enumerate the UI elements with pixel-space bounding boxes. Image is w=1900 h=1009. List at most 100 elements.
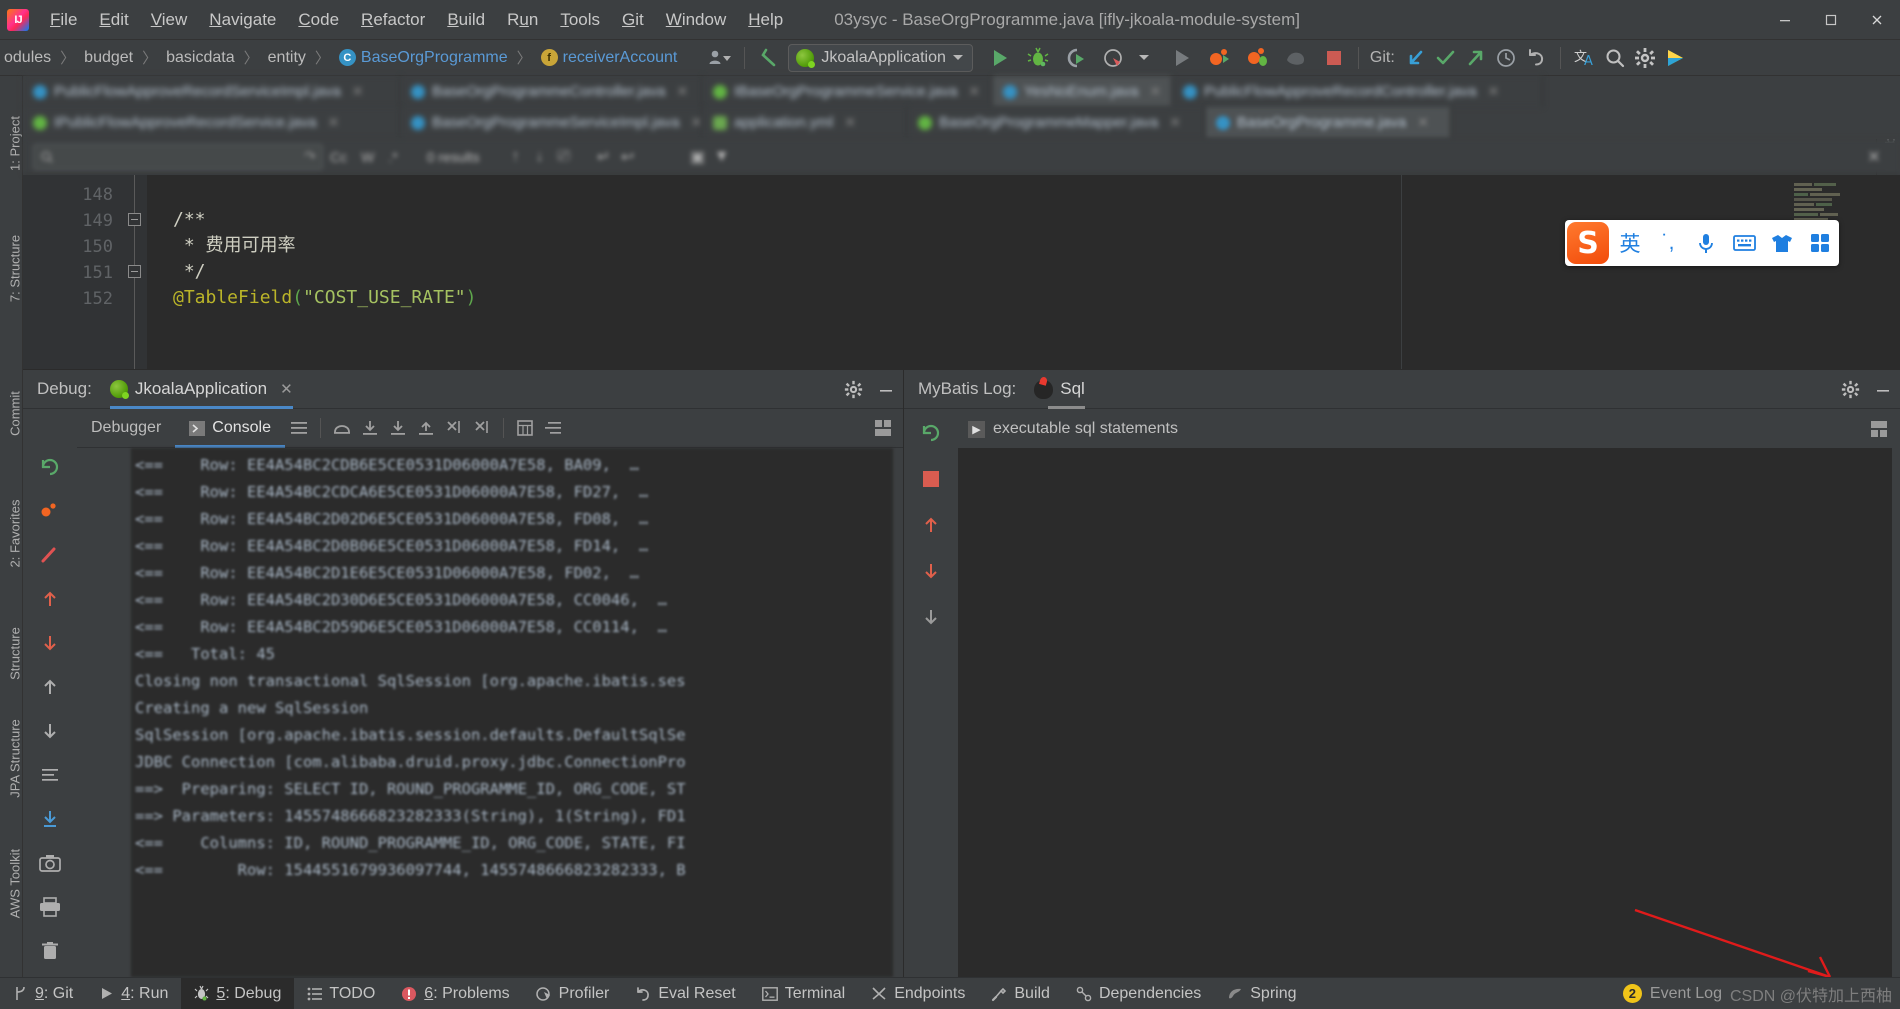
close-icon[interactable]: ✕ [1488,83,1500,100]
editor-tab[interactable]: BaseOrgProgrammeServiceImpl.java ✕ [401,107,703,138]
status-item-git[interactable]: 9: Git [0,978,86,1009]
punctuation-toggle-icon[interactable]: ˙, [1649,220,1687,266]
close-icon[interactable]: ✕ [844,114,856,131]
regex-toggle[interactable]: .* [381,149,404,165]
status-item-terminal[interactable]: Terminal [749,978,858,1009]
menu-navigate[interactable]: Navigate [198,6,287,34]
close-icon[interactable]: ✕ [676,83,688,100]
breadcrumb-item-basicdata[interactable]: basicdata [164,48,237,68]
maximize-button[interactable] [1808,0,1854,40]
status-item-run[interactable]: 4: Run [86,978,181,1009]
tab-debugger[interactable]: Debugger [77,409,175,448]
toolbox-icon[interactable] [1801,220,1839,266]
close-button[interactable] [1854,0,1900,40]
code-minimap[interactable] [1794,175,1860,369]
status-item-profiler[interactable]: Profiler [523,978,623,1009]
profiler-icon[interactable] [1101,45,1127,71]
scroll-to-end-icon[interactable] [36,805,64,833]
menu-build[interactable]: Build [436,6,496,34]
profile-icon[interactable] [707,45,733,71]
voice-input-icon[interactable] [1687,220,1725,266]
editor-tab[interactable]: application.yml ✕ [703,107,908,138]
next-match-icon[interactable]: ↓ [528,145,552,169]
status-item-endpoints[interactable]: Endpoints [858,978,978,1009]
menu-git[interactable]: Git [611,6,655,34]
open-in-find-window-icon[interactable]: ↵ [592,145,616,169]
scroll-bottom-icon[interactable] [917,603,945,631]
close-icon[interactable]: ✕ [352,83,364,100]
status-item-problems[interactable]: 6: Problems [388,978,522,1009]
breadcrumb-item-modules[interactable]: odules [2,48,53,68]
tool-window-jpa-structure[interactable]: JPA Structure [8,714,23,804]
status-item-todo[interactable]: TODO [294,978,388,1009]
skin-theme-icon[interactable] [1763,220,1801,266]
git-push-icon[interactable] [1463,45,1489,71]
breadcrumb-item-field[interactable]: f receiverAccount [539,48,680,68]
mybatis-sql-tab[interactable]: Sql [1034,370,1085,409]
tool-window-project[interactable]: 1: Project [8,99,23,189]
status-item-dependencies[interactable]: Dependencies [1063,978,1214,1009]
soft-keyboard-icon[interactable] [1725,220,1763,266]
soft-wrap-icon[interactable] [285,414,313,442]
git-history-icon[interactable] [1493,45,1519,71]
gear-icon[interactable] [844,380,863,399]
git-update-icon[interactable] [1403,45,1429,71]
attach-process-icon[interactable] [1207,45,1233,71]
menu-file[interactable]: File [39,6,88,34]
rerun-icon[interactable] [36,453,64,481]
lang-toggle-icon[interactable]: 英 [1611,220,1649,266]
tool-window-aws-toolkit[interactable]: AWS Toolkit [8,839,23,929]
event-log-label[interactable]: Event Log [1650,985,1722,1003]
breadcrumb-item-budget[interactable]: budget [82,48,135,68]
view-breakpoints-icon[interactable] [36,541,64,569]
scroll-up-icon[interactable] [36,585,64,613]
tool-window-structure-2[interactable]: Structure [8,609,23,699]
close-icon[interactable]: ✕ [1417,114,1429,131]
match-case-toggle[interactable]: Cc [323,149,354,165]
menu-refactor[interactable]: Refactor [350,6,436,34]
search-input[interactable]: ↷ [33,143,323,170]
console-output[interactable]: <== Row: EE4A54BC2CDB6E5CE0531D06000A7E5… [131,448,893,977]
stop-icon[interactable] [917,465,945,493]
expand-icon[interactable]: ▶ [968,420,985,438]
refresh-icon[interactable] [917,419,945,447]
scroll-up-icon[interactable] [917,511,945,539]
close-find-icon[interactable]: ✕ [1862,145,1886,169]
print-icon[interactable] [36,893,64,921]
editor-tab[interactable]: PublicFlowApproveRecordController.java ✕ [1173,76,1543,107]
close-icon[interactable]: ✕ [328,114,340,131]
code-editor[interactable]: 148 149 150 151 152 /** * 费用可用率 */ @Tabl… [23,175,1900,369]
filter-icon[interactable]: ▼ [710,145,734,169]
find-in-files-icon[interactable]: ▣ [686,145,710,169]
close-icon[interactable]: ✕ [280,380,293,398]
bird-icon[interactable] [1283,45,1309,71]
status-item-spring[interactable]: Spring [1214,978,1309,1009]
force-run-to-cursor-icon[interactable] [468,414,496,442]
ide-feature-icon[interactable] [1662,45,1688,71]
search-back-icon[interactable]: ↩ [616,145,640,169]
prev-match-icon[interactable]: ↑ [504,145,528,169]
menu-edit[interactable]: Edit [88,6,139,34]
minimize-button[interactable] [1762,0,1808,40]
minimize-icon[interactable] [1874,381,1892,399]
mybatis-sql-output[interactable] [958,448,1892,977]
menu-window[interactable]: Window [655,6,737,34]
mybatis-status-row[interactable]: ▶ executable sql statements [958,414,1900,438]
scroll-down-icon[interactable] [917,557,945,585]
step-over-icon[interactable] [328,414,356,442]
breadcrumb-item-class[interactable]: C BaseOrgProgramme [337,48,510,68]
tab-console[interactable]: Console [175,409,285,448]
run-coverage-icon[interactable] [1063,45,1089,71]
debug-session-tab[interactable]: JkoalaApplication ✕ [109,370,293,409]
stop-icon[interactable] [1321,45,1347,71]
step-out-icon[interactable] [412,414,440,442]
close-icon[interactable]: ✕ [1169,114,1181,131]
editor-tab[interactable]: IBaseOrgProgrammeService.java ✕ [703,76,993,107]
soft-wrap-console-icon[interactable] [36,761,64,789]
fold-collapse-icon[interactable] [128,265,141,278]
editor-tab[interactable]: IPublicFlowApproveRecordService.java ✕ [23,107,401,138]
close-icon[interactable]: ✕ [968,83,980,100]
translate-icon[interactable]: 文 A [1572,45,1598,71]
attach-debug-icon[interactable] [1245,45,1271,71]
run-disabled-icon[interactable] [1169,45,1195,71]
